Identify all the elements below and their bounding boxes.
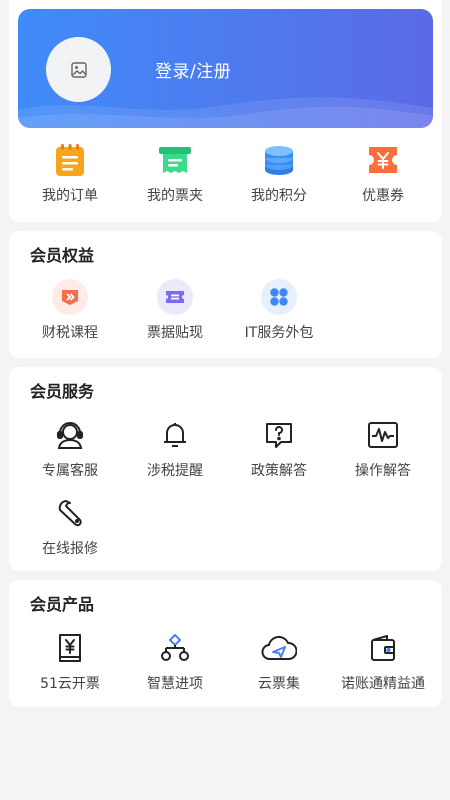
login-banner[interactable]: 登录/注册 (18, 9, 433, 128)
wallet-icon (371, 635, 395, 661)
avatar[interactable] (46, 37, 111, 102)
order-list-icon (56, 144, 84, 176)
it-service-icon (261, 279, 297, 315)
points-coins-icon (265, 146, 293, 175)
product-item-label: 51云开票 (40, 676, 100, 692)
customer-service-icon (57, 422, 83, 449)
login-register-link[interactable]: 登录/注册 (155, 57, 231, 82)
quick-link-tickets[interactable]: 我的票夹 (121, 140, 229, 205)
section-title: 会员服务 (30, 382, 95, 401)
service-item-customer-service[interactable]: 专属客服 (16, 415, 124, 480)
member-rights-card: 会员权益 财税课程 票据贴现 IT服务外包 (9, 231, 442, 358)
service-item-tax-reminder[interactable]: 涉税提醒 (121, 415, 229, 480)
course-play-icon (52, 279, 88, 315)
product-item-cloud-tickets[interactable]: 云票集 (225, 628, 333, 693)
quick-link-orders[interactable]: 我的订单 (16, 140, 124, 205)
waveform-monitor-icon (368, 422, 398, 448)
bill-discount-icon (157, 279, 193, 315)
coupon-icon (369, 147, 397, 173)
rights-item-label: IT服务外包 (244, 325, 314, 341)
image-placeholder-icon (70, 61, 87, 78)
ticket-folder-icon (159, 147, 191, 173)
service-item-online-repair[interactable]: 在线报修 (16, 493, 124, 558)
quick-link-label: 我的票夹 (147, 188, 203, 204)
quick-link-points[interactable]: 我的积分 (225, 140, 333, 205)
quick-link-label: 优惠券 (362, 188, 404, 204)
service-item-label: 专属客服 (42, 463, 98, 479)
member-products-card: 会员产品 51云开票 智慧进项 云票集 诺账通精益通 (9, 580, 442, 707)
service-item-operation-answers[interactable]: 操作解答 (329, 415, 437, 480)
member-services-card: 会员服务 专属客服 涉税提醒 政策解答 操作解答 在线报修 (9, 367, 442, 571)
rights-item-bill-discount[interactable]: 票据贴现 (121, 277, 229, 342)
service-item-label: 政策解答 (251, 463, 307, 479)
flow-nodes-icon (161, 634, 189, 661)
bell-icon (164, 423, 186, 447)
quick-link-label: 我的订单 (42, 188, 98, 204)
section-title: 会员产品 (30, 595, 95, 614)
service-item-label: 在线报修 (42, 541, 98, 557)
wrench-icon (58, 500, 82, 527)
quick-link-coupons[interactable]: 优惠券 (329, 140, 437, 205)
rights-item-tax-course[interactable]: 财税课程 (16, 277, 124, 342)
product-item-label: 云票集 (258, 676, 300, 692)
rights-item-label: 票据贴现 (147, 325, 203, 341)
rights-item-label: 财税课程 (42, 325, 98, 341)
product-item-smart-input[interactable]: 智慧进项 (121, 628, 229, 693)
service-item-label: 涉税提醒 (147, 463, 203, 479)
product-item-label: 智慧进项 (147, 676, 203, 692)
quick-link-label: 我的积分 (251, 188, 307, 204)
rights-item-it-service[interactable]: IT服务外包 (225, 277, 333, 342)
yuan-receipt-icon (59, 634, 81, 662)
profile-card: 登录/注册 我的订单 我的票夹 我的积分 优惠券 (9, 0, 442, 222)
product-item-label: 诺账通精益通 (341, 676, 425, 692)
service-item-label: 操作解答 (355, 463, 411, 479)
service-item-policy-answers[interactable]: 政策解答 (225, 415, 333, 480)
product-item-51-invoice[interactable]: 51云开票 (16, 628, 124, 693)
question-chat-icon (266, 423, 292, 448)
section-title: 会员权益 (30, 246, 95, 265)
cloud-send-icon (261, 635, 297, 660)
product-item-nuozhangtong[interactable]: 诺账通精益通 (329, 628, 437, 693)
